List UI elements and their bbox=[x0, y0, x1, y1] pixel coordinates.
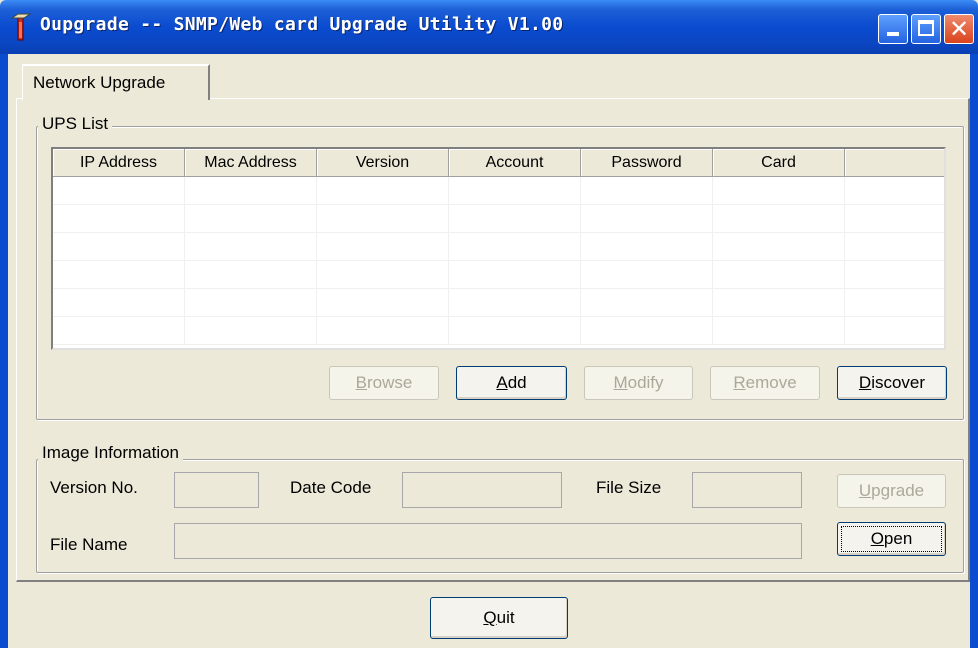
list-cell-empty bbox=[317, 177, 449, 205]
close-icon: ✕ bbox=[948, 15, 970, 43]
column-version[interactable]: Version bbox=[317, 149, 449, 177]
tab-label: Network Upgrade bbox=[33, 73, 166, 92]
modify-button-label: Modify bbox=[613, 373, 664, 392]
list-cell-empty bbox=[845, 317, 944, 345]
ups-list-title: UPS List bbox=[38, 114, 113, 134]
column-mac-address[interactable]: Mac Address bbox=[185, 149, 317, 177]
modify-button[interactable]: Modify bbox=[584, 366, 693, 400]
remove-button-label: Remove bbox=[733, 373, 797, 392]
add-button-label: Add bbox=[496, 373, 527, 392]
date-code-field bbox=[402, 472, 562, 508]
list-cell-empty bbox=[713, 261, 845, 289]
column-empty[interactable] bbox=[845, 149, 944, 177]
list-cell-empty bbox=[713, 205, 845, 233]
list-cell-empty bbox=[449, 289, 581, 317]
focus-rect bbox=[841, 526, 942, 552]
list-cell-empty bbox=[713, 317, 845, 345]
window-title: Oupgrade -- SNMP/Web card Upgrade Utilit… bbox=[40, 14, 564, 35]
list-cell-empty bbox=[53, 205, 185, 233]
list-cell-empty bbox=[713, 289, 845, 317]
list-cell-empty bbox=[185, 233, 317, 261]
close-button[interactable]: ✕ bbox=[944, 14, 974, 44]
list-cell-empty bbox=[53, 233, 185, 261]
list-cell-empty bbox=[845, 177, 944, 205]
list-cell-empty bbox=[449, 261, 581, 289]
list-row-empty bbox=[53, 205, 944, 233]
list-cell-empty bbox=[713, 177, 845, 205]
list-body bbox=[53, 177, 944, 345]
window-border-right bbox=[970, 54, 978, 648]
list-cell-empty bbox=[845, 205, 944, 233]
column-account[interactable]: Account bbox=[449, 149, 581, 177]
list-cell-empty bbox=[581, 233, 713, 261]
discover-button-label: Discover bbox=[858, 373, 926, 392]
list-cell-empty bbox=[317, 233, 449, 261]
list-cell-empty bbox=[185, 289, 317, 317]
list-cell-empty bbox=[713, 233, 845, 261]
version-no-label: Version No. bbox=[50, 478, 138, 497]
file-name-label: File Name bbox=[50, 535, 128, 554]
quit-button-label: Quit bbox=[483, 608, 515, 627]
list-cell-empty bbox=[185, 261, 317, 289]
date-code-label: Date Code bbox=[290, 478, 372, 497]
file-size-field bbox=[692, 472, 802, 508]
upgrade-button[interactable]: Upgrade bbox=[837, 474, 946, 508]
ups-list-view[interactable]: IP Address Mac Address Version Account P… bbox=[51, 147, 946, 350]
browse-button-label: Browse bbox=[355, 373, 413, 392]
list-row-empty bbox=[53, 289, 944, 317]
list-cell-empty bbox=[845, 261, 944, 289]
maximize-icon bbox=[918, 20, 934, 36]
list-cell-empty bbox=[449, 317, 581, 345]
add-button[interactable]: Add bbox=[456, 366, 567, 400]
browse-button[interactable]: Browse bbox=[329, 366, 439, 400]
list-cell-empty bbox=[53, 289, 185, 317]
list-cell-empty bbox=[317, 261, 449, 289]
list-cell-empty bbox=[449, 177, 581, 205]
list-cell-empty bbox=[53, 177, 185, 205]
list-header: IP Address Mac Address Version Account P… bbox=[53, 149, 944, 177]
list-cell-empty bbox=[317, 317, 449, 345]
list-cell-empty bbox=[449, 205, 581, 233]
remove-button[interactable]: Remove bbox=[710, 366, 820, 400]
maximize-button[interactable] bbox=[911, 14, 941, 44]
app-icon bbox=[10, 13, 32, 41]
list-row-empty bbox=[53, 261, 944, 289]
list-row-empty bbox=[53, 177, 944, 205]
version-no-field bbox=[174, 472, 259, 508]
tab-network-upgrade[interactable]: Network Upgrade bbox=[22, 64, 210, 100]
window-border-left bbox=[0, 54, 8, 648]
list-cell-empty bbox=[845, 289, 944, 317]
file-name-field bbox=[174, 523, 802, 559]
list-cell-empty bbox=[185, 317, 317, 345]
list-row-empty bbox=[53, 317, 944, 345]
column-ip-address[interactable]: IP Address bbox=[53, 149, 185, 177]
title-bar[interactable]: Oupgrade -- SNMP/Web card Upgrade Utilit… bbox=[0, 0, 978, 54]
upgrade-button-label: Upgrade bbox=[858, 481, 925, 500]
list-cell-empty bbox=[53, 261, 185, 289]
list-cell-empty bbox=[185, 177, 317, 205]
list-cell-empty bbox=[581, 177, 713, 205]
list-cell-empty bbox=[581, 289, 713, 317]
image-information-title: Image Information bbox=[38, 443, 184, 463]
column-card[interactable]: Card bbox=[713, 149, 845, 177]
list-cell-empty bbox=[317, 289, 449, 317]
list-cell-empty bbox=[581, 261, 713, 289]
list-cell-empty bbox=[317, 205, 449, 233]
list-cell-empty bbox=[581, 205, 713, 233]
column-password[interactable]: Password bbox=[581, 149, 713, 177]
open-button[interactable]: Open bbox=[837, 522, 946, 556]
list-cell-empty bbox=[845, 233, 944, 261]
minimize-icon bbox=[887, 32, 899, 36]
list-cell-empty bbox=[185, 205, 317, 233]
minimize-button[interactable] bbox=[878, 14, 908, 44]
list-cell-empty bbox=[53, 317, 185, 345]
quit-button[interactable]: Quit bbox=[430, 597, 568, 639]
list-cell-empty bbox=[449, 233, 581, 261]
file-size-label: File Size bbox=[596, 478, 662, 497]
list-cell-empty bbox=[581, 317, 713, 345]
list-row-empty bbox=[53, 233, 944, 261]
discover-button[interactable]: Discover bbox=[837, 366, 947, 400]
